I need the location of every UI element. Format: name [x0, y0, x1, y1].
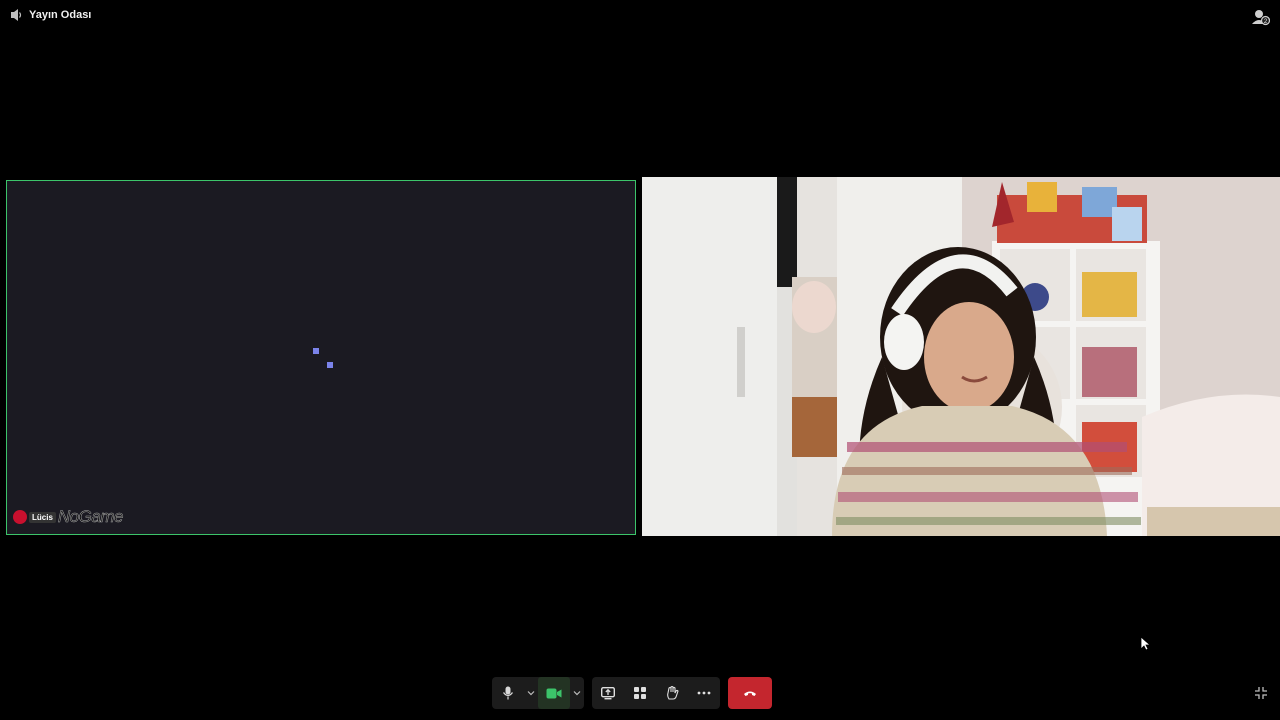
hang-up-icon: [744, 691, 756, 696]
camera-button[interactable]: [538, 677, 570, 709]
participants-icon[interactable]: 2: [1252, 8, 1270, 26]
chevron-down-icon: [527, 691, 535, 696]
more-icon: [697, 691, 711, 695]
mic-camera-group: [492, 677, 584, 709]
mic-icon: [502, 686, 514, 700]
reactions-button[interactable]: [656, 677, 688, 709]
view-button[interactable]: [624, 677, 656, 709]
camera-options-button[interactable]: [570, 677, 584, 709]
grid-view-icon: [634, 687, 646, 699]
mouse-cursor-icon: [1140, 636, 1150, 651]
leave-call-button[interactable]: [728, 677, 772, 709]
actions-group: [592, 677, 720, 709]
chevron-down-icon: [573, 691, 581, 696]
microphone-button[interactable]: [492, 677, 524, 709]
video-tile-right[interactable]: [642, 177, 1280, 536]
raise-hand-icon: [666, 686, 679, 700]
camera-feed: [642, 177, 1280, 536]
more-button[interactable]: [688, 677, 720, 709]
microphone-options-button[interactable]: [524, 677, 538, 709]
speaker-icon: [11, 9, 22, 21]
loading-indicator: [313, 348, 319, 354]
share-screen-button[interactable]: [592, 677, 624, 709]
participant-avatar-icon: [13, 510, 27, 524]
loading-indicator: [327, 362, 333, 368]
participant-label: Lücis: [29, 511, 56, 523]
room-name: Yayın Odası: [29, 9, 92, 21]
call-controls: [492, 677, 772, 709]
video-camera-icon: [546, 688, 562, 698]
brand-overlay: NoGame: [57, 507, 124, 527]
collapse-fullscreen-icon[interactable]: [1254, 686, 1268, 700]
video-tile-left[interactable]: Lücis NoGame: [6, 180, 636, 535]
participant-name-tag: Lücis NoGame: [13, 507, 124, 527]
room-header: Yayın Odası: [10, 8, 91, 22]
share-screen-icon: [601, 686, 615, 699]
